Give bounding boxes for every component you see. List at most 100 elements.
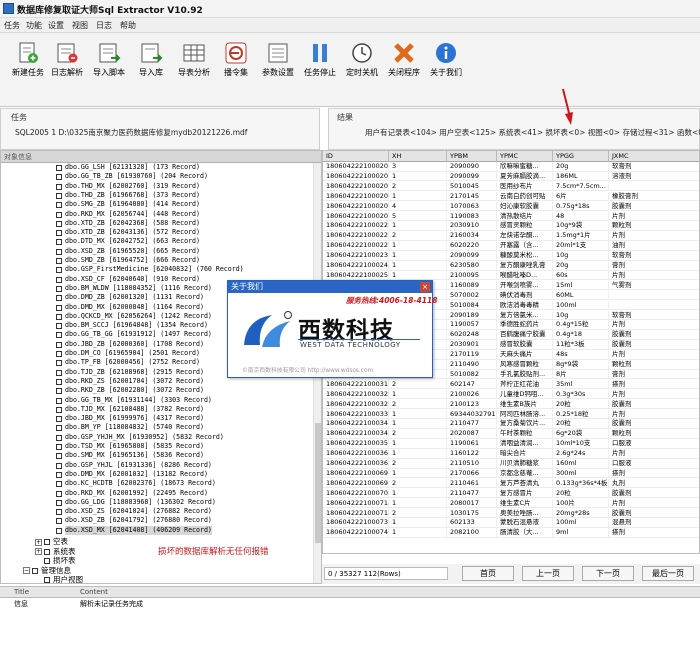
tree-item-checkbox[interactable]	[56, 183, 62, 190]
tree-table-item[interactable]: dbo.RKD_MX [62001992] (22495 Record)	[1, 489, 321, 498]
tree-item-checkbox[interactable]	[56, 388, 62, 395]
tree-table-item[interactable]: dbo.JBD_MX [61999976] (4317 Record)	[1, 414, 321, 423]
tree-item-checkbox[interactable]	[56, 267, 62, 274]
table-row[interactable]: 180604222100020 1 2170145 云南白药创可贴 6片 橡胶膏剂	[323, 191, 699, 202]
tree-table-item[interactable]: dbo.RKD_ZS [62001704] (3072 Record)	[1, 377, 321, 386]
table-row[interactable]: 180604222100025 1 2100095 喉醋吡嗪D... 60s 片剂	[323, 270, 699, 281]
last-page-button[interactable]: 最后一页	[642, 566, 694, 581]
table-row[interactable]: 180604222100022 2 2160034 左炔诺孕酮... 1.5mg*1片片…	[323, 231, 699, 241]
table-row[interactable]: 180604222100032 2 2100123 维生素B族片 20粒 胶囊剂	[323, 399, 699, 410]
table-row[interactable]: 180604222100074 1 2082100 肠清胶（大... 9ml 搽剂	[323, 528, 699, 538]
tree-item-checkbox[interactable]	[56, 509, 62, 516]
tree-item-checkbox[interactable]	[56, 192, 62, 199]
tree-item-checkbox[interactable]	[56, 481, 62, 488]
tree-table-item[interactable]: dbo.DMD_MX [62001032] (13182 Record)	[1, 470, 321, 479]
table-row[interactable]: 180604222100036 1 1160122 暗尖合片 2.6g*24s 片剂	[323, 449, 699, 459]
table-row[interactable]: 180604222100032 1 2100026 儿童维D钙咀... 0.3g*30s…	[323, 389, 699, 400]
table-row[interactable]: 180604222100022 1 6020220 开塞露（含... 20ml*1支 油剂	[323, 241, 699, 251]
tree-table-item[interactable]: dbo.XSD_ZB [62041792] (276880 Record)	[1, 516, 321, 525]
table-row[interactable]: 180604222100071 1 2080017 维生素C片 100片 片剂	[323, 498, 699, 509]
grid-column-header[interactable]: YPGG	[553, 151, 609, 162]
tree-item-checkbox[interactable]	[56, 453, 62, 460]
grid-column-header[interactable]: YPMC	[497, 151, 553, 162]
table-row[interactable]: 180604222100024 1 6230580 复方酮康唑乳膏 20g 膏剂	[323, 261, 699, 271]
tree-table-item[interactable]: dbo.RKD_ZB [62002280] (3072 Record)	[1, 386, 321, 395]
tree-item-checkbox[interactable]	[56, 462, 62, 469]
table-row[interactable]: 180604222100020 3 2090090 欣嘛嘛蜜糖... 20g 软膏剂	[323, 162, 699, 172]
tree-table-item[interactable]: dbo.SMD_MX [61965136] (5836 Record)	[1, 451, 321, 460]
tree-table-item[interactable]: dbo.XTD_ZB [62042368] (588 Record)	[1, 219, 321, 228]
tree-item-checkbox[interactable]	[56, 434, 62, 441]
tree-item-checkbox[interactable]	[56, 230, 62, 237]
table-row[interactable]: 180604222100020 2 5010045 医用纱布片 7.5cm*7.5cm.…	[323, 181, 699, 192]
tree-group-item[interactable]: − 管理信息	[23, 566, 71, 576]
tree-table-item[interactable]: dbo.THD_MX [62002760] (319 Record)	[1, 182, 321, 191]
tree-item-checkbox[interactable]	[56, 369, 62, 376]
tree-group-item[interactable]: + 空表	[35, 537, 68, 547]
table-row[interactable]: 180604222100023 1 2090099 糠酸莫米松... 10g 软膏剂	[323, 251, 699, 261]
tree-table-item[interactable]: dbo.SMD_ZB [61964752] (666 Record)	[1, 256, 321, 265]
about-button[interactable]: 关于我们	[422, 37, 470, 103]
tree-group-checkbox[interactable]	[44, 558, 50, 564]
tree-item-checkbox[interactable]	[56, 220, 62, 227]
tree-table-item[interactable]: dbo.TJD_MX [62108488] (3782 Record)	[1, 405, 321, 414]
tree-group-checkbox[interactable]	[44, 548, 50, 555]
menu-task[interactable]: 任务	[4, 20, 20, 31]
tree-table-item[interactable]: dbo.GSP_YHJH_MX [61930952] (5832 Record)	[1, 433, 321, 442]
tree-item-checkbox[interactable]	[56, 174, 62, 181]
tree-table-item[interactable]: dbo.XTD_ZB [62043136] (572 Record)	[1, 228, 321, 237]
tree-item-checkbox[interactable]	[56, 397, 62, 404]
tree-scroll-thumb[interactable]	[315, 423, 321, 543]
tree-item-checkbox[interactable]	[56, 313, 62, 320]
tree-table-item[interactable]: dbo.XSD_ZB [61965520] (665 Record)	[1, 247, 321, 256]
table-row[interactable]: 180604222100036 2 2110510 川贝清肺糖浆 160ml 口服液	[323, 459, 699, 469]
tree-item-checkbox[interactable]	[56, 341, 62, 348]
menu-help[interactable]: 帮助	[120, 20, 136, 31]
prev-page-button[interactable]: 上一页	[522, 566, 574, 581]
log-row[interactable]: 信息 解析未记录任务完成	[0, 598, 700, 608]
tree-item-checkbox[interactable]	[56, 527, 62, 534]
tree-item-checkbox[interactable]	[56, 518, 62, 525]
tree-table-item[interactable]: dbo.SMG_ZB [61964080] (414 Record)	[1, 200, 321, 209]
table-row[interactable]: 180604222100031 2 602147 斧柠正红花油 35ml 搽剂	[323, 379, 699, 390]
tree-table-item[interactable]: dbo.BM_YP [118084832] (5740 Record)	[1, 423, 321, 432]
tree-item-checkbox[interactable]	[56, 323, 62, 330]
menu-function[interactable]: 功能	[26, 20, 42, 31]
tree-item-checkbox[interactable]	[56, 295, 62, 302]
tree-table-item[interactable]: dbo.THD_ZB [61966768] (373 Record)	[1, 191, 321, 200]
tree-table-item[interactable]: dbo.GG_LDG [118083968] (136302 Record)	[1, 498, 321, 507]
tree-group-checkbox[interactable]	[44, 539, 50, 545]
tree-group-checkbox[interactable]	[32, 567, 38, 574]
tree-table-item[interactable]: dbo.GG_LSH [62131328] (173 Record)	[1, 163, 321, 172]
table-row[interactable]: 180604222100034 2 2020087 午时茶颗粒 6g*20袋 颗粒剂	[323, 429, 699, 439]
tree-item-checkbox[interactable]	[56, 444, 62, 450]
expand-toggle-icon[interactable]: +	[35, 548, 42, 555]
tree-group-item[interactable]: 损坏表	[35, 556, 76, 566]
menu-view[interactable]: 视图	[72, 20, 88, 31]
menu-log[interactable]: 日志	[96, 20, 112, 31]
table-row[interactable]: 180604222100071 2 1030175 奥美拉唑肠... 20mg*28s 胶…	[323, 508, 699, 518]
menu-settings[interactable]: 设置	[48, 20, 64, 31]
tree-table-item[interactable]: dbo.XSD_MX [62041408] (406209 Record)	[1, 525, 321, 535]
tree-group-item[interactable]: + 系统表	[35, 547, 76, 557]
tree-item-checkbox[interactable]	[56, 351, 62, 357]
grid-column-header[interactable]: ID	[323, 151, 389, 162]
tree-item-checkbox[interactable]	[56, 211, 62, 218]
tree-table-item[interactable]: dbo.XSD_ZS [62041024] (276882 Record)	[1, 507, 321, 516]
tree-table-item[interactable]: dbo.GG_TB_ZB [61930760] (204 Record)	[1, 172, 321, 181]
tree-table-item[interactable]: dbo.GSP_YHJL [61931336] (8286 Record)	[1, 461, 321, 470]
table-row[interactable]: 180604222100073 1 602133 蒙脱石混悬液 100ml 混悬剂	[323, 518, 699, 528]
tree-item-checkbox[interactable]	[56, 490, 62, 497]
tree-item-checkbox[interactable]	[56, 499, 62, 506]
tree-table-item[interactable]: dbo.KC_HCDTB [62002376] (18673 Record)	[1, 479, 321, 488]
table-row[interactable]: 180604222100069 1 2170066 京都念慈菴... 300ml 搽剂	[323, 468, 699, 479]
tree-item-checkbox[interactable]	[56, 285, 62, 292]
tree-group-checkbox[interactable]	[44, 577, 50, 583]
tree-item-checkbox[interactable]	[56, 425, 62, 432]
tree-table-item[interactable]: dbo.DTD_MX [62042752] (663 Record)	[1, 237, 321, 246]
table-row[interactable]: 180604222100020 4 1070063 妇沁康软胶囊 0.75g*18s 胶囊…	[323, 201, 699, 212]
tree-table-item[interactable]: dbo.TSD_MX [61965808] (5835 Record)	[1, 442, 321, 451]
table-row[interactable]: 1806042221000331693440327917B阿司匹林肠溶...0.…	[323, 409, 699, 419]
tree-item-checkbox[interactable]	[56, 378, 62, 385]
tree-item-checkbox[interactable]	[56, 416, 62, 423]
